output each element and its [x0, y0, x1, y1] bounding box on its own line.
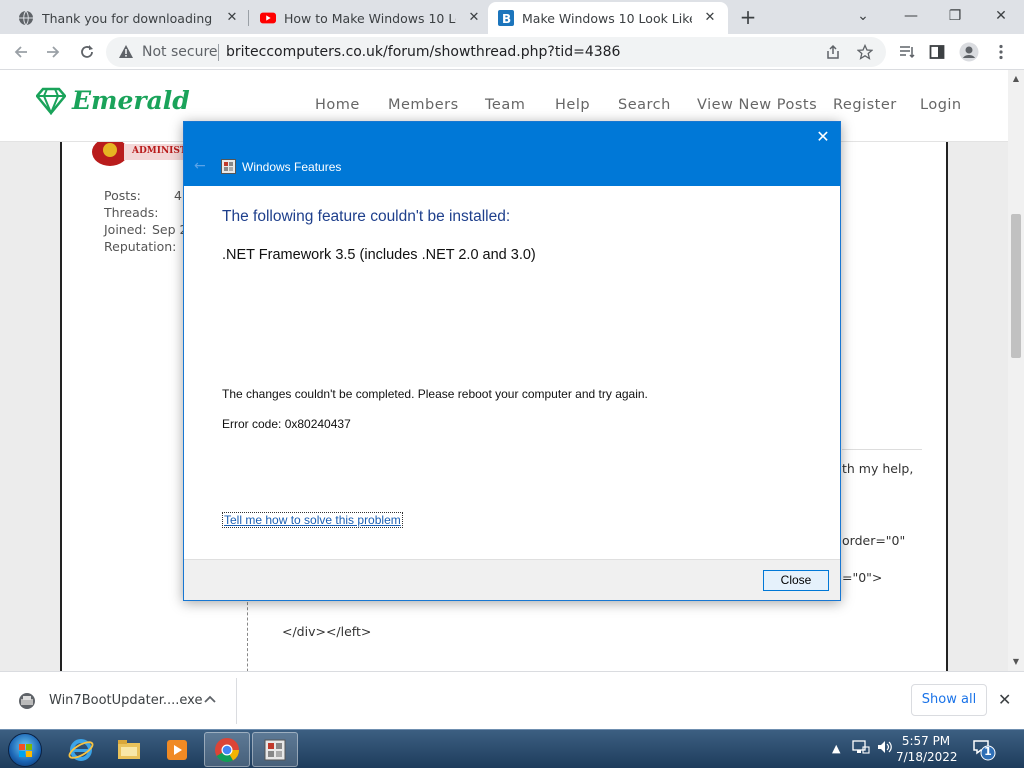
close-window-icon[interactable]: ✕	[986, 4, 1016, 30]
clock-date: 7/18/2022	[896, 750, 958, 764]
help-link[interactable]: Tell me how to solve this problem	[222, 512, 403, 528]
post-code-fragment: ="0">	[842, 570, 883, 585]
action-center-icon[interactable]: 1	[972, 738, 998, 765]
nav-view-new-posts[interactable]: View New Posts	[697, 97, 817, 113]
back-icon[interactable]	[8, 39, 34, 65]
show-all-button[interactable]: Show all	[911, 684, 987, 716]
close-downloads-icon[interactable]: ✕	[998, 690, 1011, 709]
chevron-up-icon[interactable]	[204, 692, 216, 706]
reputation-label: Reputation:	[104, 239, 177, 254]
internet-explorer-icon[interactable]	[58, 732, 104, 767]
downloads-bar: Win7BootUpdater....exe Show all ✕	[0, 671, 1024, 729]
site-logo[interactable]: Emerald	[36, 86, 190, 115]
browser-toolbar: Not secure briteccomputers.co.uk/forum/s…	[0, 34, 1024, 70]
taskbar: ▲ 5:57 PM 7/18/2022 1	[0, 729, 1024, 768]
notification-count: 1	[984, 745, 992, 758]
warning-icon[interactable]	[118, 44, 134, 63]
nav-search[interactable]: Search	[618, 97, 671, 113]
tab-separator	[248, 10, 249, 26]
url-text[interactable]: briteccomputers.co.uk/forum/showthread.p…	[226, 44, 620, 60]
post-code-fragment: </div></left>	[282, 624, 372, 639]
close-tab-icon[interactable]: ✕	[702, 10, 718, 26]
reading-list-icon[interactable]	[894, 39, 920, 65]
security-label[interactable]: Not secure	[142, 44, 218, 60]
tab-1[interactable]: Thank you for downloading Win ✕	[8, 2, 250, 34]
nav-team[interactable]: Team	[485, 97, 525, 113]
dialog-close-icon[interactable]: ✕	[814, 128, 832, 146]
reload-icon[interactable]	[74, 39, 100, 65]
logo-text: Emerald	[72, 86, 190, 115]
globe-icon	[18, 10, 34, 26]
posts-label: Posts:	[104, 188, 141, 203]
tab-title: How to Make Windows 10 Look	[284, 10, 456, 26]
windows-logo-icon	[19, 744, 32, 757]
back-arrow-icon[interactable]: ←	[194, 158, 206, 174]
media-player-icon[interactable]	[154, 732, 200, 767]
close-tab-icon[interactable]: ✕	[224, 10, 240, 26]
close-button[interactable]: Close	[763, 570, 829, 591]
tab-title: Make Windows 10 Look Like Wi	[522, 10, 692, 26]
restore-icon[interactable]: ❐	[940, 4, 970, 30]
windows-features-icon	[221, 159, 236, 174]
windows-features-taskbar-icon[interactable]	[252, 732, 298, 767]
joined-label: Joined:	[104, 222, 147, 237]
dialog-footer: Close	[184, 559, 840, 600]
code-dotted-border	[247, 597, 248, 671]
windows-features-dialog: ✕ ← Windows Features The following featu…	[183, 121, 841, 601]
volume-icon[interactable]	[876, 739, 894, 758]
feature-name: .NET Framework 3.5 (includes .NET 2.0 an…	[222, 247, 536, 263]
britec-b-icon: B	[498, 10, 514, 26]
post-text-fragment: th my help,	[842, 461, 914, 476]
chrome-icon[interactable]	[204, 732, 250, 767]
network-icon[interactable]	[852, 739, 870, 758]
scroll-up-arrow-icon[interactable]: ▲	[1010, 74, 1022, 83]
scroll-down-arrow-icon[interactable]: ▼	[1010, 657, 1022, 666]
system-clock[interactable]: 5:57 PM 7/18/2022	[896, 733, 958, 765]
error-message: The changes couldn't be completed. Pleas…	[222, 387, 648, 401]
page-scrollbar[interactable]	[1008, 70, 1024, 671]
nav-members[interactable]: Members	[388, 97, 459, 113]
divider	[842, 449, 922, 450]
file-explorer-icon[interactable]	[106, 732, 152, 767]
bookmark-star-icon[interactable]	[852, 39, 878, 65]
scrollbar-thumb[interactable]	[1011, 214, 1021, 358]
threads-label: Threads:	[104, 205, 159, 220]
nav-login[interactable]: Login	[920, 97, 962, 113]
tab-strip: Thank you for downloading Win ✕ How to M…	[0, 0, 1024, 34]
separator	[236, 678, 237, 724]
forward-icon[interactable]	[40, 39, 66, 65]
tab-search-chevron-icon[interactable]: ⌄	[848, 4, 878, 30]
clock-time: 5:57 PM	[901, 734, 951, 748]
tab-3-active[interactable]: B Make Windows 10 Look Like Wi ✕	[488, 2, 728, 34]
show-hidden-icons-arrow-icon[interactable]: ▲	[832, 742, 840, 755]
address-bar[interactable]: Not secure briteccomputers.co.uk/forum/s…	[106, 37, 886, 67]
menu-kebab-icon[interactable]	[988, 39, 1014, 65]
start-button[interactable]	[8, 733, 42, 767]
minimize-icon[interactable]: —	[896, 4, 926, 30]
profile-avatar-icon[interactable]	[956, 39, 982, 65]
nav-home[interactable]: Home	[315, 97, 360, 113]
close-tab-icon[interactable]: ✕	[466, 10, 482, 26]
tab-title: Thank you for downloading Win	[42, 10, 214, 26]
dialog-heading: The following feature couldn't be instal…	[222, 208, 511, 225]
nav-register[interactable]: Register	[833, 97, 897, 113]
youtube-icon	[260, 10, 276, 26]
dialog-title: Windows Features	[242, 160, 342, 174]
error-code: Error code: 0x80240437	[222, 417, 351, 431]
svg-text:B: B	[502, 12, 511, 26]
tab-2[interactable]: How to Make Windows 10 Look ✕	[250, 2, 492, 34]
side-panel-icon[interactable]	[924, 39, 950, 65]
download-filename[interactable]: Win7BootUpdater....exe	[49, 693, 202, 708]
new-tab-button[interactable]: +	[736, 6, 760, 30]
nav-help[interactable]: Help	[555, 97, 590, 113]
emerald-gem-icon	[36, 87, 66, 115]
share-icon[interactable]	[820, 39, 846, 65]
dialog-title-bar: ✕ ← Windows Features	[184, 122, 840, 186]
post-code-fragment: order="0"	[842, 533, 906, 548]
separator	[218, 44, 219, 61]
download-file-icon[interactable]	[18, 692, 36, 710]
